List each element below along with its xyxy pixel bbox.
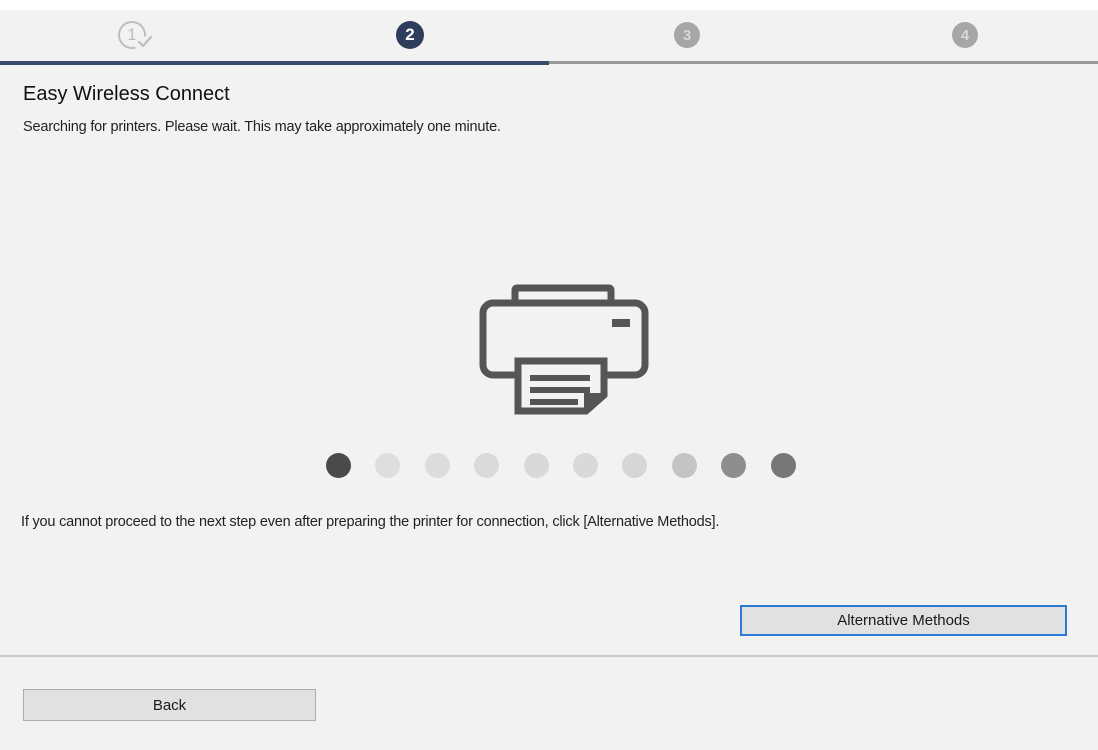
step-3-number: 3: [682, 26, 692, 44]
status-message: Searching for printers. Please wait. Thi…: [23, 119, 501, 135]
step-2-number: 2: [405, 25, 415, 44]
step-complete-check-icon: [137, 35, 153, 48]
step-4-number: 4: [960, 26, 970, 44]
loading-dot: [672, 453, 697, 478]
loading-dot: [326, 453, 351, 478]
loading-dot: [573, 453, 598, 478]
loading-dot: [425, 453, 450, 478]
step-1-number: 1: [127, 25, 137, 44]
wizard-progress-fill: [0, 61, 549, 65]
printer-icon: [479, 284, 649, 415]
loading-dot: [771, 453, 796, 478]
loading-dot: [474, 453, 499, 478]
help-text: If you cannot proceed to the next step e…: [21, 514, 720, 530]
step-2-indicator: 2: [396, 21, 424, 49]
window-top-edge: [0, 0, 1098, 10]
loading-dot: [524, 453, 549, 478]
wizard-stepper: 1 2 3 4: [0, 10, 1098, 65]
loading-dot: [721, 453, 746, 478]
loading-dot: [375, 453, 400, 478]
loading-indicator: [326, 453, 806, 479]
step-3-indicator: 3: [674, 22, 700, 48]
page-title: Easy Wireless Connect: [23, 83, 230, 105]
step-4-indicator: 4: [952, 22, 978, 48]
alternative-methods-button[interactable]: Alternative Methods: [740, 605, 1067, 636]
back-button[interactable]: Back: [23, 689, 316, 721]
loading-dot: [622, 453, 647, 478]
